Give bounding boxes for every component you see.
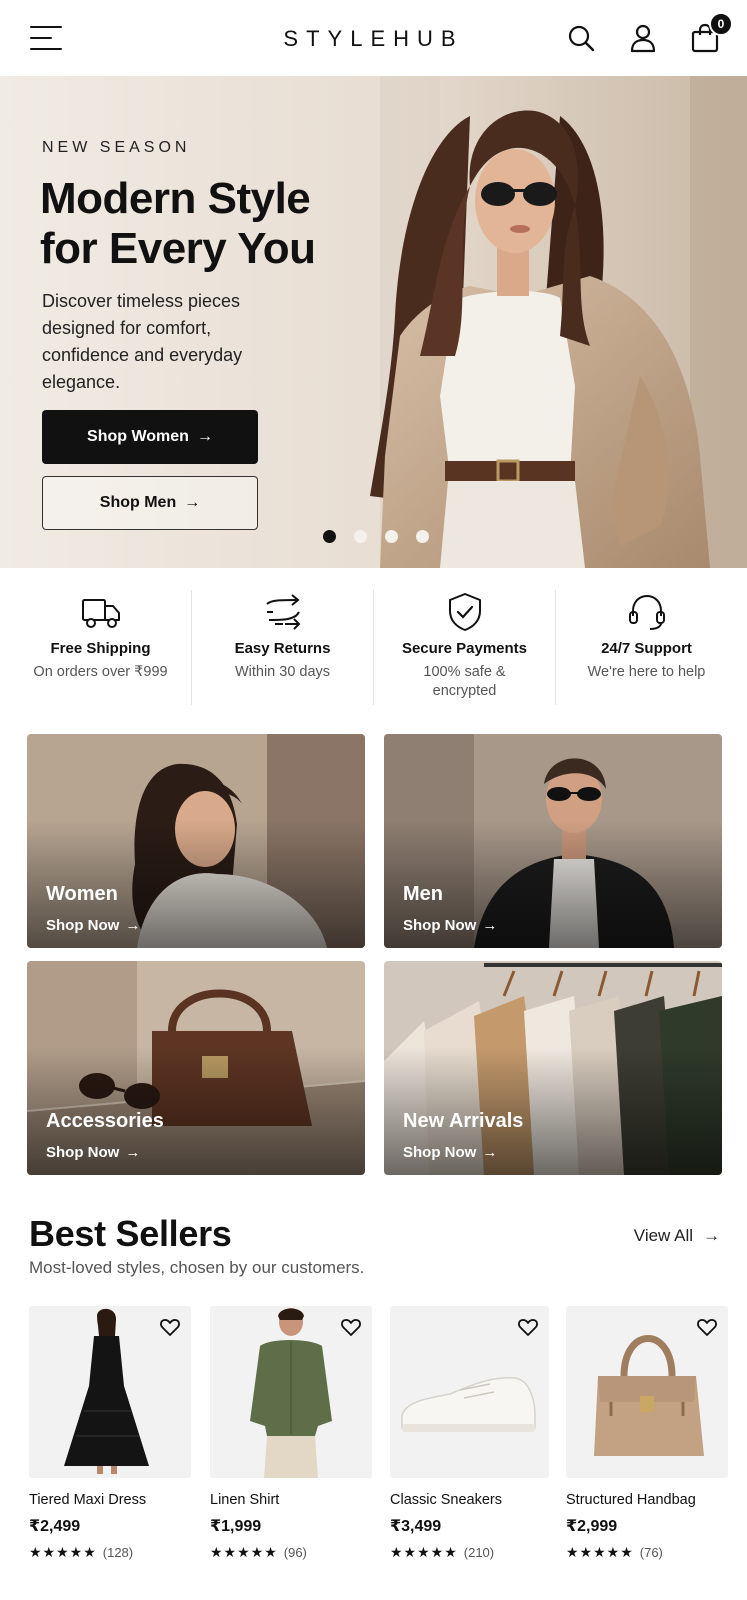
shop-women-label: Shop Women: [87, 428, 189, 445]
arrow-right-icon: →: [482, 1144, 498, 1161]
carousel-dot[interactable]: [385, 530, 398, 543]
hero-description: Discover timeless pieces designed for co…: [42, 291, 243, 392]
bag-icon[interactable]: 0: [689, 12, 733, 54]
star-rating-icon: ★★★★★: [210, 1544, 278, 1560]
user-icon[interactable]: [627, 22, 659, 54]
shield-icon: [448, 593, 481, 631]
product-name[interactable]: Classic Sneakers: [390, 1492, 552, 1508]
arrow-right-icon: →: [196, 428, 213, 445]
star-rating-icon: ★★★★★: [390, 1544, 458, 1560]
product-name[interactable]: Tiered Maxi Dress: [29, 1492, 191, 1508]
hero-banner: NEW SEASON Modern Style for Every You Di…: [0, 76, 747, 568]
shop-now-label: Shop Now: [46, 1144, 120, 1161]
category-card-women[interactable]: Women Shop Now →: [27, 734, 365, 948]
shop-now-label: Shop Now: [403, 917, 477, 934]
wishlist-heart-icon[interactable]: [340, 1316, 362, 1338]
carousel-dots: [323, 530, 429, 543]
arrow-right-icon: →: [482, 917, 498, 934]
feature-subtitle: We're here to help: [587, 664, 706, 680]
wishlist-heart-icon[interactable]: [159, 1316, 181, 1338]
category-name: Accessories: [46, 1110, 164, 1132]
arrow-right-icon: →: [184, 494, 201, 511]
site-logo[interactable]: STYLEHUB: [283, 26, 463, 52]
wishlist-heart-icon[interactable]: [696, 1316, 718, 1338]
feature-title: Easy Returns: [234, 640, 331, 657]
arrow-right-icon: →: [703, 1226, 720, 1245]
feature-subtitle: 100% safe & encrypted: [423, 664, 506, 699]
category-cta[interactable]: Shop Now →: [403, 917, 497, 934]
view-all-label: View All: [633, 1226, 693, 1245]
category-cta[interactable]: Shop Now →: [46, 1144, 140, 1161]
product-price: ₹2,499: [29, 1518, 81, 1535]
carousel-dot[interactable]: [323, 530, 336, 543]
feature-title: 24/7 Support: [601, 640, 692, 657]
site-header: STYLEHUB 0: [0, 0, 747, 76]
returns-icon: [265, 594, 300, 630]
category-name: New Arrivals: [403, 1110, 524, 1132]
star-rating-icon: ★★★★★: [29, 1544, 97, 1560]
truck-icon: [81, 599, 120, 628]
carousel-dot[interactable]: [354, 530, 367, 543]
best-sellers-title: Best Sellers: [29, 1213, 232, 1254]
view-all-link[interactable]: View All →: [634, 1226, 720, 1246]
product-card[interactable]: Classic Sneakers ₹3,499 ★★★★★ (210): [390, 1306, 552, 1561]
product-price: ₹3,499: [390, 1518, 442, 1535]
product-price: ₹1,999: [210, 1518, 262, 1535]
category-name: Women: [46, 883, 118, 905]
feature-title: Free Shipping: [50, 640, 151, 657]
review-count: (210): [463, 1545, 495, 1560]
carousel-dot[interactable]: [416, 530, 429, 543]
feature-free-shipping: Free Shipping On orders over ₹999: [10, 590, 192, 705]
hero-title: Modern Style for Every You: [40, 174, 316, 273]
feature-support: 24/7 Support We're here to help: [556, 590, 737, 705]
review-count: (96): [283, 1545, 307, 1560]
product-rating: ★★★★★ (96): [210, 1544, 372, 1561]
feature-subtitle: Within 30 days: [234, 664, 331, 680]
search-icon[interactable]: [565, 22, 597, 54]
product-rating: ★★★★★ (76): [566, 1544, 728, 1561]
menu-icon[interactable]: [28, 23, 64, 53]
best-sellers-subtitle: Most-loved styles, chosen by our custome…: [29, 1258, 365, 1277]
review-count: (128): [102, 1545, 134, 1560]
product-image[interactable]: [390, 1306, 549, 1478]
review-count: (76): [639, 1545, 663, 1560]
shop-women-button[interactable]: Shop Women →: [42, 410, 258, 464]
wishlist-heart-icon[interactable]: [517, 1316, 539, 1338]
feature-strip: Free Shipping On orders over ₹999 Easy R…: [10, 590, 737, 705]
product-card[interactable]: Tiered Maxi Dress ₹2,499 ★★★★★ (128): [29, 1306, 191, 1561]
shop-men-button[interactable]: Shop Men →: [42, 476, 258, 530]
product-rating: ★★★★★ (128): [29, 1544, 191, 1561]
feature-title: Secure Payments: [401, 640, 528, 657]
product-rating: ★★★★★ (210): [390, 1544, 552, 1561]
category-card-men[interactable]: Men Shop Now →: [384, 734, 722, 948]
product-image[interactable]: [210, 1306, 372, 1478]
feature-secure-payments: Secure Payments 100% safe & encrypted: [374, 590, 556, 705]
header-actions: 0: [565, 12, 733, 54]
feature-easy-returns: Easy Returns Within 30 days: [192, 590, 374, 705]
product-image[interactable]: [29, 1306, 191, 1478]
arrow-right-icon: →: [125, 917, 141, 934]
feature-subtitle: On orders over ₹999: [33, 664, 168, 680]
product-image[interactable]: [566, 1306, 728, 1478]
cart-count-badge: 0: [709, 12, 733, 36]
arrow-right-icon: →: [125, 1144, 141, 1161]
headset-icon: [628, 594, 665, 630]
category-cta[interactable]: Shop Now →: [403, 1144, 497, 1161]
hero-eyebrow: NEW SEASON: [42, 139, 191, 156]
category-card-accessories[interactable]: Accessories Shop Now →: [27, 961, 365, 1175]
star-rating-icon: ★★★★★: [566, 1544, 634, 1560]
shop-now-label: Shop Now: [46, 917, 120, 934]
product-price: ₹2,999: [566, 1518, 618, 1535]
category-cta[interactable]: Shop Now →: [46, 917, 140, 934]
shop-men-label: Shop Men: [99, 494, 177, 511]
product-name[interactable]: Linen Shirt: [210, 1492, 372, 1508]
category-name: Men: [403, 883, 443, 905]
shop-now-label: Shop Now: [403, 1144, 477, 1161]
category-card-new-arrivals[interactable]: New Arrivals Shop Now →: [384, 961, 722, 1175]
product-card[interactable]: Structured Handbag ₹2,999 ★★★★★ (76): [566, 1306, 728, 1561]
product-card[interactable]: Linen Shirt ₹1,999 ★★★★★ (96): [210, 1306, 372, 1561]
product-name[interactable]: Structured Handbag: [566, 1492, 728, 1508]
